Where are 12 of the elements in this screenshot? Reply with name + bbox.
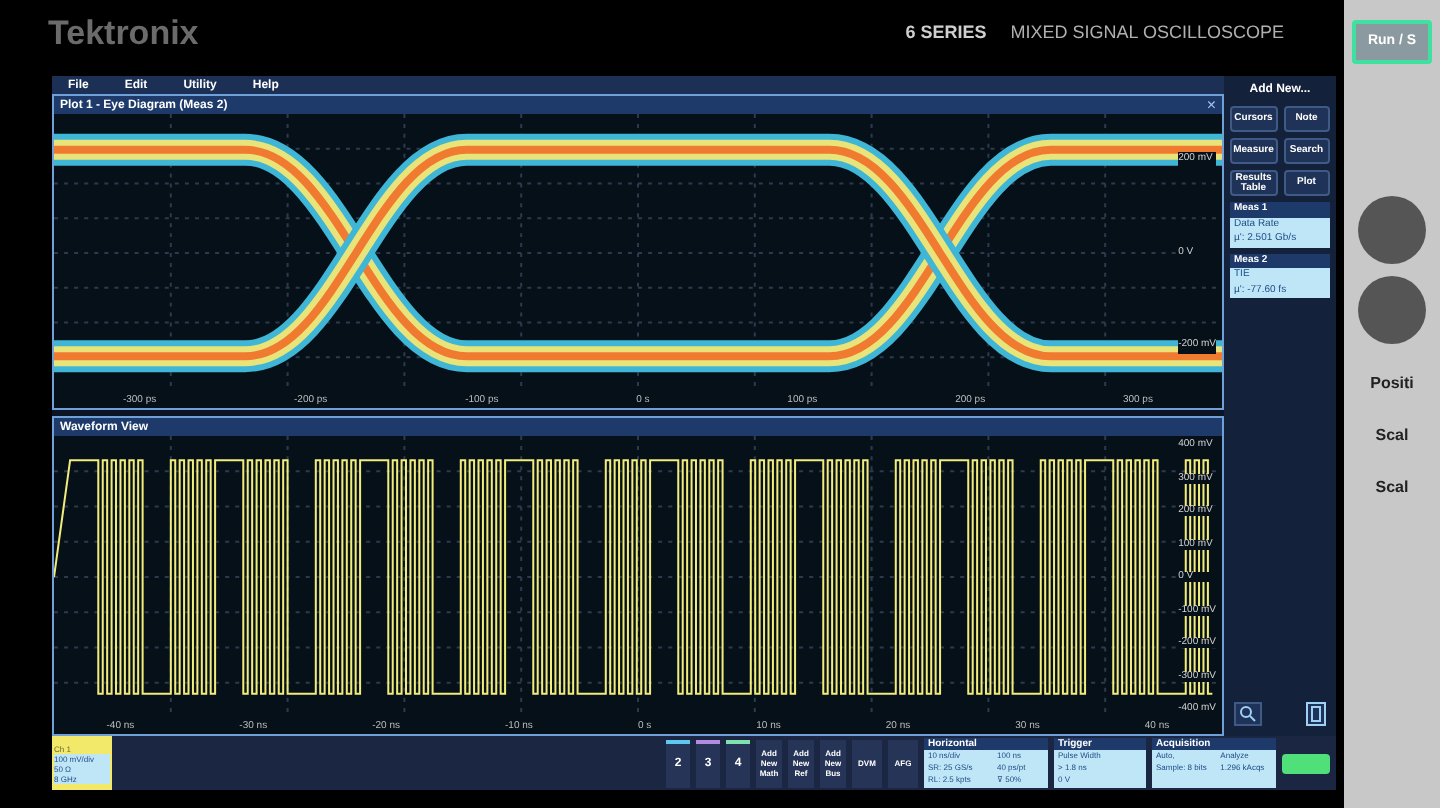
zoom-icon[interactable] <box>1234 702 1262 726</box>
series-label: 6 SERIES <box>905 20 987 47</box>
status-button[interactable] <box>1282 753 1330 773</box>
knob-label: Positi <box>1370 372 1414 396</box>
knob-label: Scal <box>1375 476 1409 500</box>
close-button[interactable]: × <box>1206 97 1216 113</box>
product-label: MIXED SIGNAL OSCILLOSCOPE <box>1010 20 1284 47</box>
brand-logo: Tektronix <box>48 12 199 57</box>
knob-icon[interactable] <box>1358 196 1426 264</box>
trash-icon[interactable] <box>1306 702 1326 726</box>
knob-icon[interactable] <box>1358 276 1426 344</box>
knob-label: Scal <box>1375 424 1409 448</box>
